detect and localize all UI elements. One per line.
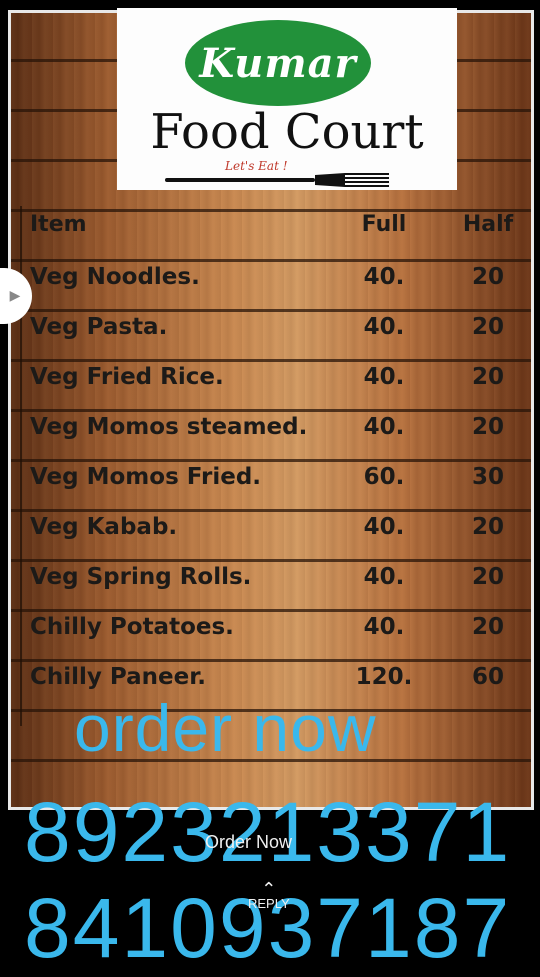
menu-row: Veg Kabab. 40. 20 [22, 510, 536, 560]
menu-row: Chilly Potatoes. 40. 20 [22, 610, 536, 660]
menu-item-half-price: 60 [471, 664, 504, 690]
menu-item-name: Veg Noodles. [30, 264, 200, 290]
reply-label: REPLY [248, 896, 290, 911]
menu-item-name: Veg Spring Rolls. [30, 564, 252, 590]
menu-row: Veg Pasta. 40. 20 [22, 310, 536, 360]
menu-item-full-price: 40. [363, 364, 405, 390]
menu-item-half-price: 20 [471, 414, 504, 440]
menu-item-half-price: 20 [471, 264, 504, 290]
menu-header-row: Item Full Half [22, 210, 536, 260]
menu-item-full-price: 40. [363, 514, 405, 540]
menu-item-full-price: 40. [363, 314, 405, 340]
reply-button[interactable]: ⌃ REPLY [248, 879, 290, 911]
menu-item-name: Veg Fried Rice. [30, 364, 224, 390]
menu-item-half-price: 20 [471, 514, 504, 540]
menu-item-name: Veg Kabab. [30, 514, 178, 540]
chevron-right-icon: ▶ [9, 288, 21, 304]
menu-item-full-price: 40. [363, 264, 405, 290]
menu-item-full-price: 40. [363, 614, 405, 640]
header-item: Item [30, 212, 87, 237]
menu-item-name: Chilly Potatoes. [30, 614, 234, 640]
menu-row: Veg Fried Rice. 40. 20 [22, 360, 536, 410]
menu-item-half-price: 20 [471, 364, 504, 390]
menu-item-half-price: 20 [471, 564, 504, 590]
menu-row: Veg Noodles. 40. 20 [22, 260, 536, 310]
chevron-up-icon: ⌃ [261, 879, 277, 899]
fork-icon [165, 173, 389, 187]
menu-table: Item Full Half Veg Noodles. 40. 20 Veg P… [20, 206, 536, 726]
menu-item-name: Chilly Paneer. [30, 664, 207, 690]
menu-item-name: Veg Momos steamed. [30, 414, 308, 440]
header-half: Half [462, 212, 514, 237]
logo-title: Food Court [150, 104, 424, 160]
menu-item-full-price: 40. [363, 414, 405, 440]
brand-name: Kumar [199, 39, 357, 87]
brand-oval: Kumar [185, 20, 371, 106]
menu-item-half-price: 20 [471, 314, 504, 340]
menu-item-half-price: 30 [471, 464, 504, 490]
logo-tagline: Let's Eat ! [225, 159, 288, 173]
menu-row: Veg Momos Fried. 60. 30 [22, 460, 536, 510]
menu-item-full-price: 60. [363, 464, 405, 490]
menu-item-full-price: 40. [363, 564, 405, 590]
menu-item-name: Veg Pasta. [30, 314, 168, 340]
order-now-overlay-text: order now [74, 691, 377, 765]
order-now-button[interactable]: Order Now [205, 832, 292, 853]
menu-item-half-price: 20 [471, 614, 504, 640]
logo-card: Kumar Food Court Let's Eat ! [117, 8, 457, 190]
menu-row: Veg Momos steamed. 40. 20 [22, 410, 536, 460]
header-full: Full [361, 212, 407, 237]
menu-item-name: Veg Momos Fried. [30, 464, 262, 490]
menu-row: Veg Spring Rolls. 40. 20 [22, 560, 536, 610]
menu-item-full-price: 120. [355, 664, 413, 690]
